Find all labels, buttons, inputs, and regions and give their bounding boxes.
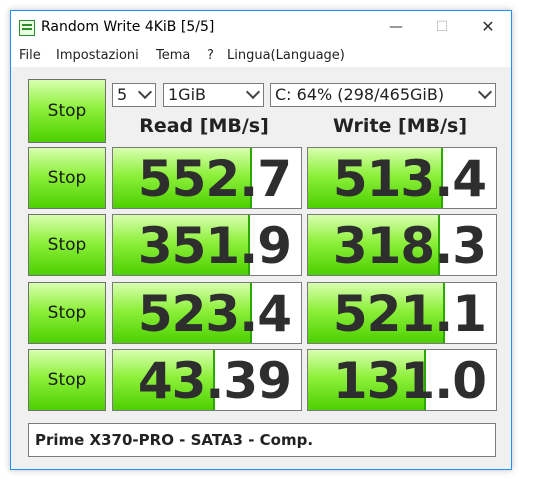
menu-lingua[interactable]: Lingua(Language)	[227, 48, 345, 63]
test-count-value: 5	[117, 85, 128, 104]
read-value-row3: 523.4	[137, 285, 292, 343]
stop-button-row2[interactable]: Stop	[28, 214, 106, 276]
read-value-row1: 552.7	[137, 150, 292, 208]
read-result-row4: 43.39	[112, 349, 302, 411]
drive-value: C: 64% (298/465GiB)	[275, 85, 445, 104]
write-header: Write [MB/s]	[332, 115, 468, 137]
test-size-value: 1GiB	[168, 85, 206, 104]
maximize-button[interactable]: ☐	[419, 11, 465, 45]
read-value-row2: 351.9	[137, 217, 292, 275]
menu-help[interactable]: ?	[207, 48, 214, 63]
write-result-row3: 521.1	[307, 282, 497, 344]
write-value-row1: 513.4	[332, 150, 487, 208]
write-value-row2: 318.3	[332, 217, 487, 275]
write-value-row3: 521.1	[332, 285, 487, 343]
read-header: Read [MB/s]	[139, 115, 269, 137]
write-result-row2: 318.3	[307, 214, 497, 276]
title-bar[interactable]: Random Write 4KiB [5/5] — ☐ ✕	[11, 11, 511, 45]
write-result-row4: 131.0	[307, 349, 497, 411]
write-result-row1: 513.4	[307, 147, 497, 209]
window-title: Random Write 4KiB [5/5]	[41, 19, 215, 35]
read-result-row2: 351.9	[112, 214, 302, 276]
menu-impostazioni[interactable]: Impostazioni	[56, 48, 139, 63]
read-value-row4: 43.39	[137, 352, 292, 410]
read-result-row1: 552.7	[112, 147, 302, 209]
chevron-down-icon	[477, 84, 493, 100]
menu-bar: File Impostazioni Tema ? Lingua(Language…	[11, 45, 511, 67]
read-result-row3: 523.4	[112, 282, 302, 344]
chevron-down-icon	[245, 84, 261, 100]
app-icon	[19, 20, 35, 36]
drive-select[interactable]: C: 64% (298/465GiB)	[270, 83, 496, 107]
test-size-select[interactable]: 1GiB	[163, 83, 264, 107]
stop-button-row1[interactable]: Stop	[28, 147, 106, 209]
test-count-select[interactable]: 5	[112, 83, 156, 107]
close-button[interactable]: ✕	[465, 11, 511, 45]
menu-tema[interactable]: Tema	[156, 48, 190, 63]
menu-file[interactable]: File	[19, 48, 41, 63]
chevron-down-icon	[137, 84, 153, 100]
minimize-button[interactable]: —	[373, 11, 419, 45]
app-window: Random Write 4KiB [5/5] — ☐ ✕ File Impos…	[10, 10, 512, 470]
stop-button-row3[interactable]: Stop	[28, 282, 106, 344]
stop-all-button[interactable]: Stop	[28, 79, 106, 143]
stop-button-row4[interactable]: Stop	[28, 349, 106, 411]
write-value-row4: 131.0	[332, 352, 487, 410]
comment-field[interactable]: Prime X370-PRO - SATA3 - Comp.	[28, 423, 496, 457]
